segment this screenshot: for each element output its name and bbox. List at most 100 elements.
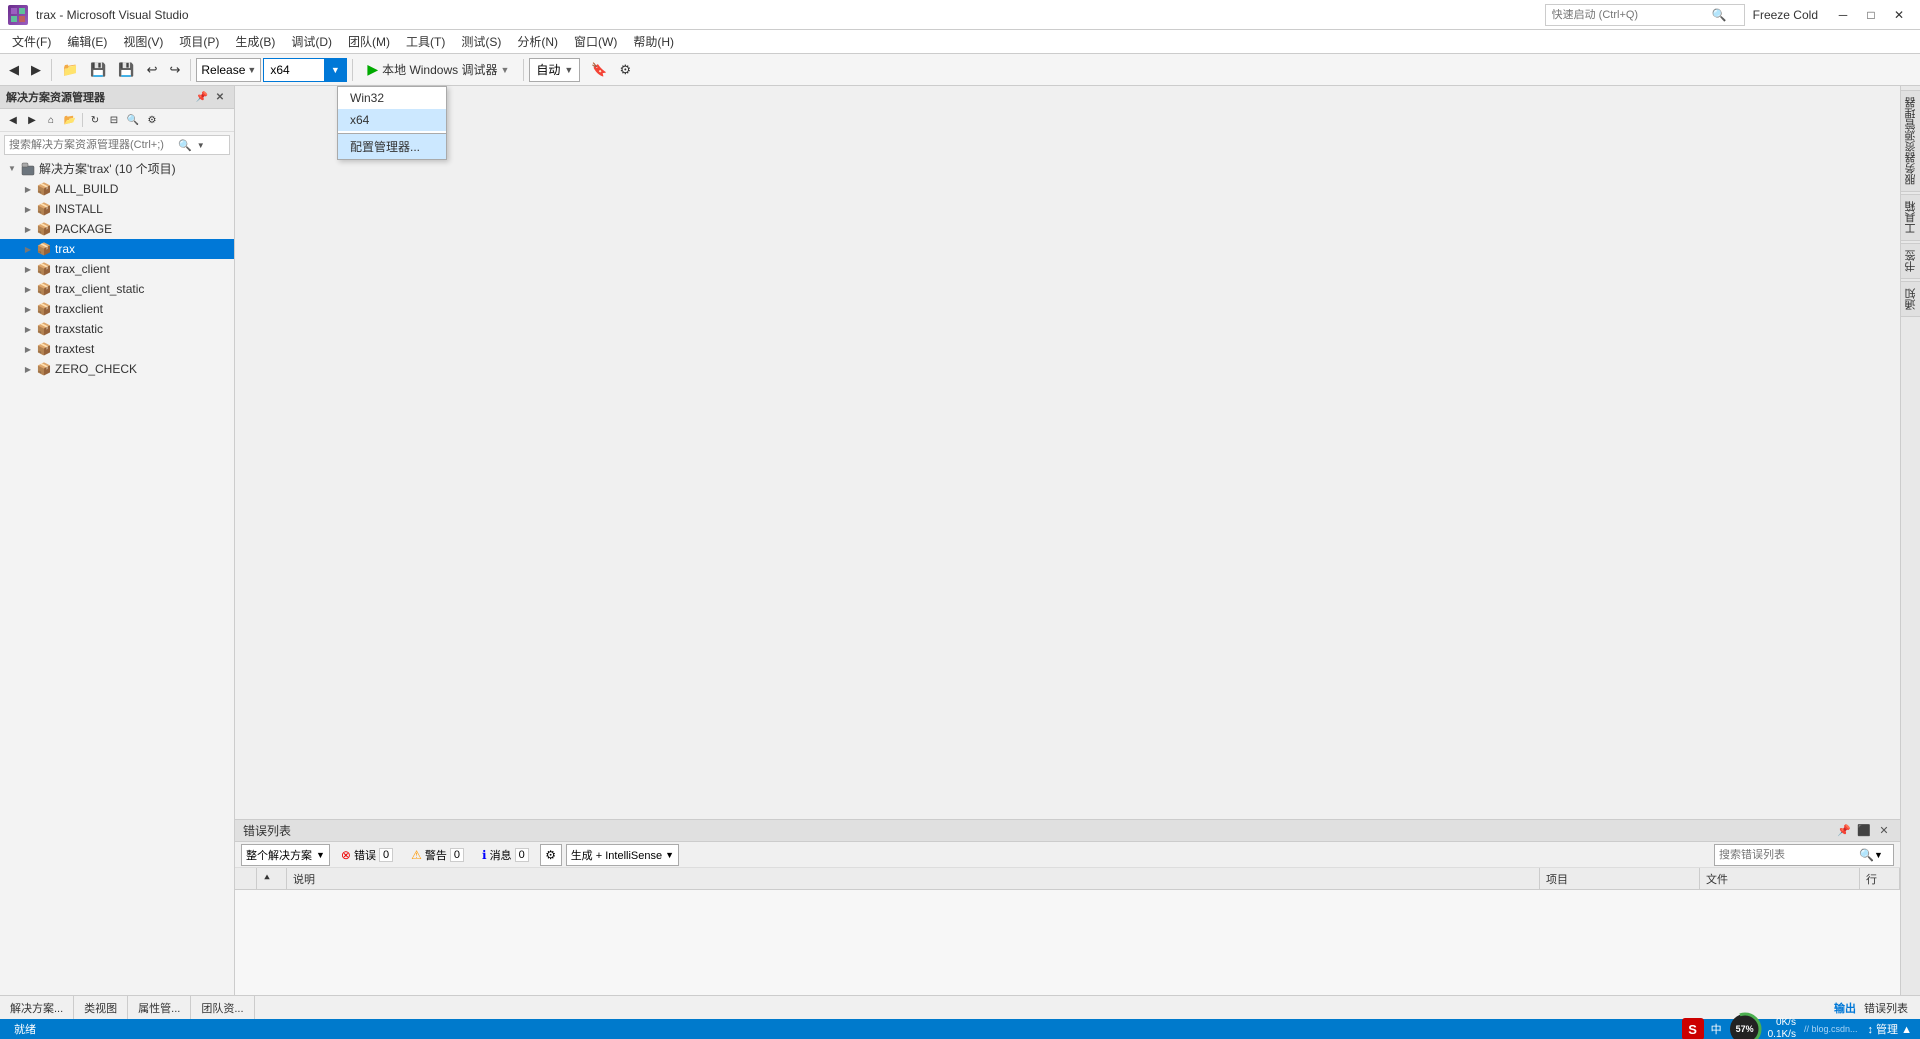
quick-launch-search[interactable]: 🔍 <box>1545 4 1745 26</box>
col-code-header[interactable]: ⯅ <box>257 868 287 889</box>
tree-item-zero-check[interactable]: ▶ 📦 ZERO_CHECK <box>0 359 234 379</box>
expand-icon[interactable]: ▶ <box>20 281 36 297</box>
settings-button[interactable]: ⚙ <box>615 57 637 83</box>
build-scope-arrow[interactable]: ▼ <box>665 850 674 860</box>
error-search-arrow[interactable]: ▼ <box>1874 850 1883 860</box>
scope-select[interactable]: 整个解决方案 ▼ <box>241 844 330 866</box>
right-tab-toolbox[interactable]: 工具箱 <box>1900 194 1920 241</box>
tree-item-traxstatic[interactable]: ▶ 📦 traxstatic <box>0 319 234 339</box>
tree-item-traxtest[interactable]: ▶ 📦 traxtest <box>0 339 234 359</box>
minimize-button[interactable]: ─ <box>1830 2 1856 28</box>
tree-item-all-build[interactable]: ▶ 📦 ALL_BUILD <box>0 179 234 199</box>
message-filter-button[interactable]: ℹ 消息 0 <box>475 844 536 866</box>
menu-tools[interactable]: 工具(T) <box>398 30 453 54</box>
menu-team[interactable]: 团队(M) <box>340 30 398 54</box>
expand-icon[interactable]: ▶ <box>20 321 36 337</box>
open-button[interactable]: 📁 <box>57 57 83 83</box>
error-search-input[interactable] <box>1719 849 1859 861</box>
menu-view[interactable]: 视图(V) <box>115 30 171 54</box>
bottom-tab-properties[interactable]: 属性管... <box>128 996 191 1019</box>
close-button[interactable]: ✕ <box>1886 2 1912 28</box>
menu-window[interactable]: 窗口(W) <box>566 30 625 54</box>
blog-link[interactable]: // blog.csdn... <box>1804 1024 1858 1034</box>
platform-select[interactable]: x64 ▼ <box>263 58 347 82</box>
sidebar-close-button[interactable]: ✕ <box>212 89 228 105</box>
back-button[interactable]: ◀ <box>4 57 24 83</box>
menu-project[interactable]: 项目(P) <box>171 30 227 54</box>
expand-icon[interactable]: ▶ <box>20 241 36 257</box>
filter-button[interactable]: ⚙ <box>540 844 562 866</box>
menu-help[interactable]: 帮助(H) <box>625 30 682 54</box>
menu-build[interactable]: 生成(B) <box>227 30 283 54</box>
error-search[interactable]: 🔍 ▼ <box>1714 844 1894 866</box>
dropdown-config-manager[interactable]: 配置管理器... <box>338 133 446 159</box>
toolbar-collapse-btn[interactable]: ⊟ <box>105 111 123 129</box>
platform-dropdown-arrow[interactable]: ▼ <box>324 58 346 82</box>
maximize-button[interactable]: □ <box>1858 2 1884 28</box>
quick-launch-input[interactable] <box>1552 9 1712 21</box>
col-project-header[interactable]: 项目 <box>1540 868 1700 889</box>
expand-icon[interactable]: ▶ <box>20 261 36 277</box>
bottom-tab-team[interactable]: 团队资... <box>191 996 254 1019</box>
expand-icon[interactable]: ▶ <box>20 301 36 317</box>
col-file-header[interactable]: 文件 <box>1700 868 1860 889</box>
panel-undock-button[interactable]: ⬛ <box>1856 823 1872 839</box>
toolbar-refresh-btn[interactable]: ↻ <box>86 111 104 129</box>
tree-item-trax-client-static[interactable]: ▶ 📦 trax_client_static <box>0 279 234 299</box>
menu-edit[interactable]: 编辑(E) <box>59 30 115 54</box>
menu-test[interactable]: 测试(S) <box>453 30 509 54</box>
panel-close-button[interactable]: ✕ <box>1876 823 1892 839</box>
right-tab-bookmark[interactable]: 书签 <box>1900 243 1920 279</box>
bookmark-button[interactable]: 🔖 <box>586 57 612 83</box>
tree-solution-root[interactable]: ▼ 解决方案'trax' (10 个项目) <box>0 158 234 179</box>
save-button[interactable]: 💾 <box>85 57 111 83</box>
tree-item-traxclient[interactable]: ▶ 📦 traxclient <box>0 299 234 319</box>
build-scope-select[interactable]: 生成 + IntelliSense ▼ <box>566 844 679 866</box>
toolbar-home-btn[interactable]: ⌂ <box>42 111 60 129</box>
tree-item-trax[interactable]: ▶ 📦 trax <box>0 239 234 259</box>
start-debug-button[interactable]: ▶ 本地 Windows 调试器 ▼ <box>358 57 518 83</box>
right-tab-server[interactable]: 服务器资源管理器 <box>1900 90 1920 192</box>
col-desc-header[interactable]: 说明 <box>287 868 1540 889</box>
menu-analyze[interactable]: 分析(N) <box>509 30 566 54</box>
search-dropdown-arrow[interactable]: ▼ <box>195 141 207 150</box>
menu-debug[interactable]: 调试(D) <box>283 30 340 54</box>
undo-button[interactable]: ↩ <box>142 57 163 83</box>
auto-select-arrow[interactable]: ▼ <box>564 65 573 75</box>
toolbar-filter-btn[interactable]: 🔍 <box>124 111 142 129</box>
toolbar-folder-btn[interactable]: 📂 <box>61 111 79 129</box>
toolbar-forward-btn[interactable]: ▶ <box>23 111 41 129</box>
col-line-header[interactable]: 行 <box>1860 868 1900 889</box>
dropdown-win32[interactable]: Win32 <box>338 87 446 109</box>
tree-item-install[interactable]: ▶ 📦 INSTALL <box>0 199 234 219</box>
tree-item-trax-client[interactable]: ▶ 📦 trax_client <box>0 259 234 279</box>
expand-icon[interactable]: ▶ <box>20 221 36 237</box>
warning-filter-button[interactable]: ⚠ 警告 0 <box>404 844 471 866</box>
bottom-tab-solution[interactable]: 解决方案... <box>0 996 74 1019</box>
menu-file[interactable]: 文件(F) <box>4 30 59 54</box>
panel-pin-button[interactable]: 📌 <box>1836 823 1852 839</box>
error-filter-button[interactable]: ⊗ 错误 0 <box>334 844 400 866</box>
forward-button[interactable]: ▶ <box>26 57 46 83</box>
expand-icon[interactable]: ▼ <box>4 161 20 177</box>
expand-icon[interactable]: ▶ <box>20 181 36 197</box>
save-all-button[interactable]: 💾 <box>113 57 139 83</box>
scope-arrow[interactable]: ▼ <box>316 850 325 860</box>
debug-target-arrow[interactable]: ▼ <box>500 65 509 75</box>
auto-select[interactable]: 自动 ▼ <box>529 58 580 82</box>
expand-icon[interactable]: ▶ <box>20 201 36 217</box>
sidebar-pin-button[interactable]: 📌 <box>194 89 210 105</box>
toolbar-settings-btn[interactable]: ⚙ <box>143 111 161 129</box>
expand-icon[interactable]: ▶ <box>20 341 36 357</box>
redo-button[interactable]: ↪ <box>164 57 185 83</box>
tab-management[interactable]: ↕ 管理 ▲ <box>1868 1021 1913 1037</box>
config-dropdown-arrow[interactable]: ▼ <box>247 65 256 75</box>
bottom-tab-class-view[interactable]: 类视图 <box>74 996 128 1019</box>
tree-item-package[interactable]: ▶ 📦 PACKAGE <box>0 219 234 239</box>
configuration-select[interactable]: Release ▼ <box>196 58 261 82</box>
toolbar-back-btn[interactable]: ◀ <box>4 111 22 129</box>
expand-icon[interactable]: ▶ <box>20 361 36 377</box>
solution-explorer-search-input[interactable] <box>5 139 175 151</box>
dropdown-x64[interactable]: x64 <box>338 109 446 131</box>
right-tab-notify[interactable]: 通知 <box>1900 281 1920 317</box>
